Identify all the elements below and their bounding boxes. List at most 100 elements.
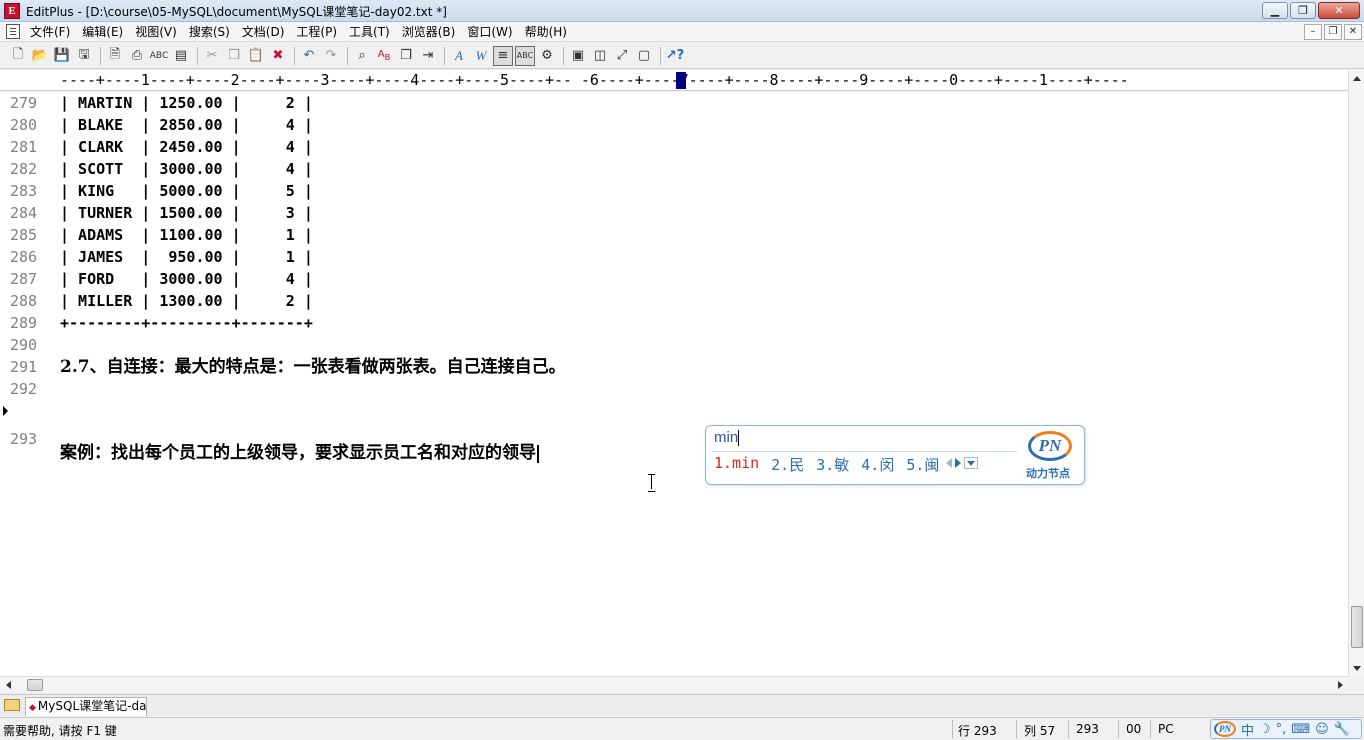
scroll-up-icon[interactable] [1349, 70, 1364, 86]
copy-button[interactable]: ❐ [224, 46, 244, 66]
doc-close-button[interactable]: ✕ [1344, 24, 1362, 40]
browser-button[interactable]: ▣ [568, 46, 588, 66]
line-text[interactable]: 2.7、自连接：最大的特点是：一张表看做两张表。自己连接自己。 [60, 356, 566, 378]
column-select-toggle[interactable]: ABC [515, 45, 535, 66]
moon-icon[interactable]: ☽ [1259, 722, 1271, 737]
document-icon[interactable] [6, 24, 20, 39]
close-button[interactable]: ✕ [1318, 2, 1360, 19]
menu-window[interactable]: 窗口(W) [461, 24, 518, 40]
vertical-scroll-thumb[interactable] [1351, 606, 1363, 648]
line-text[interactable]: | CLARK | 2450.00 | 4 | [60, 136, 313, 158]
find-next-button[interactable]: ❐ [396, 46, 416, 66]
word-wrap-button[interactable]: W [471, 46, 491, 66]
undo-button[interactable]: ↶ [299, 46, 319, 66]
ime-candidate[interactable]: 4.闵 [861, 454, 894, 475]
editplus-app-icon[interactable]: E [4, 3, 20, 19]
ime-candidate[interactable]: 3.敏 [816, 454, 849, 475]
ime-prev-page-icon[interactable] [946, 458, 952, 468]
browser-icon: ▣ [571, 48, 585, 63]
spellcheck-button[interactable]: ABC [149, 46, 169, 66]
line-text[interactable]: | FORD | 3000.00 | 4 | [60, 268, 313, 290]
doc-minimize-button[interactable]: – [1304, 24, 1322, 40]
menu-browser[interactable]: 浏览器(B) [396, 24, 462, 40]
line-text[interactable]: +--------+---------+-------+ [60, 312, 313, 334]
delete-button[interactable]: ✖ [268, 46, 288, 66]
line-text[interactable]: | ADAMS | 1100.00 | 1 | [60, 224, 313, 246]
line-text[interactable]: | JAMES | 950.00 | 1 | [60, 246, 313, 268]
status-column: 列 57 [1024, 724, 1056, 738]
line-number: 288 [10, 292, 38, 310]
line-text[interactable]: | KING | 5000.00 | 5 | [60, 180, 313, 202]
column-ruler: ----+----1----+----2----+----3----+----4… [0, 70, 1364, 91]
vertical-scrollbar[interactable] [1348, 70, 1364, 676]
keyboard-icon[interactable]: ⌨ [1291, 722, 1310, 737]
restore-button[interactable]: ❐ [1290, 2, 1316, 19]
doc-restore-button[interactable]: ❐ [1324, 24, 1342, 40]
ime-candidate[interactable]: 5.闽 [906, 454, 939, 475]
goto-button[interactable]: ⇥ [418, 46, 438, 66]
horizontal-scroll-thumb[interactable] [27, 679, 43, 691]
save-button[interactable]: 💾 [52, 46, 72, 66]
line-text[interactable]: | BLAKE | 2850.00 | 4 | [60, 114, 313, 136]
editor-line: 283 | KING | 5000.00 | 5 | [0, 180, 1348, 202]
help-button[interactable]: ↗? [665, 46, 685, 66]
menu-document[interactable]: 文档(D) [236, 24, 291, 40]
line-text[interactable]: | TURNER | 1500.00 | 3 | [60, 202, 313, 224]
editor-line: 290 [0, 334, 1348, 356]
ime-next-page-icon[interactable] [955, 458, 961, 468]
save-all-button[interactable]: 🖫 [74, 46, 94, 66]
ime-candidate[interactable]: 2.民 [771, 454, 804, 475]
replace-button[interactable]: AB [374, 46, 394, 66]
ime-candidate[interactable]: 1.min [714, 454, 759, 475]
editor-line: 280 | BLAKE | 2850.00 | 4 | [0, 114, 1348, 136]
cliptext-button[interactable]: ▢ [634, 46, 654, 66]
editor-line: 284 | TURNER | 1500.00 | 3 | [0, 202, 1348, 224]
redo-button[interactable]: ↷ [321, 46, 341, 66]
text-editor[interactable]: 279 | MARTIN | 1250.00 | 2 | 280 | BLAKE |… [0, 92, 1348, 676]
wrench-icon[interactable]: 🔧 [1334, 722, 1350, 737]
user-icon[interactable]: ☺ [1315, 722, 1329, 737]
font-button[interactable]: A [449, 46, 469, 66]
toolbar-separator [660, 46, 661, 65]
menu-help[interactable]: 帮助(H) [519, 24, 573, 40]
spellcheck-icon: ABC [149, 50, 169, 61]
paste-button[interactable]: 📋 [246, 46, 266, 66]
open-file-button[interactable]: 📂 [30, 46, 50, 66]
menu-edit[interactable]: 编辑(E) [76, 24, 129, 40]
line-text[interactable]: | SCOTT | 3000.00 | 4 | [60, 158, 313, 180]
menu-view[interactable]: 视图(V) [129, 24, 183, 40]
scroll-right-icon[interactable] [1332, 677, 1348, 693]
find-button[interactable]: ⌕ [352, 46, 372, 66]
ime-mode-chinese[interactable]: 中 [1241, 720, 1254, 739]
line-number-toggle[interactable]: ≡ [493, 45, 513, 66]
status-file-format[interactable]: PC [1158, 722, 1174, 736]
menu-file[interactable]: 文件(F) [24, 24, 76, 40]
menu-list: 文件(F) 编辑(E) 视图(V) 搜索(S) 文档(D) 工程(P) 工具(T… [24, 24, 573, 40]
cut-button[interactable]: ✂ [202, 46, 222, 66]
line-text-current[interactable]: 案例：找出每个员工的上级领导，要求显示员工名和对应的领导 [60, 442, 539, 464]
ime-expand-icon[interactable] [964, 457, 978, 469]
scroll-down-icon[interactable] [1349, 660, 1364, 676]
minimize-button[interactable]: ▁ [1262, 2, 1288, 19]
document-tab[interactable]: ◆ MySQL课堂笔记-da [25, 697, 147, 716]
menu-project[interactable]: 工程(P) [290, 24, 343, 40]
scroll-left-icon[interactable] [0, 677, 16, 693]
line-text[interactable]: | MARTIN | 1250.00 | 2 | [60, 92, 313, 114]
print-button[interactable]: ⎙ [127, 46, 147, 66]
folder-icon[interactable] [4, 699, 20, 711]
print-preview-button[interactable]: 🗎 [105, 46, 125, 66]
menu-tools[interactable]: 工具(T) [343, 24, 396, 40]
toolbar-separator [294, 46, 295, 65]
horizontal-scrollbar[interactable] [0, 676, 1348, 692]
menu-search[interactable]: 搜索(S) [183, 24, 236, 40]
ime-status-bar[interactable]: PN 中 ☽ °, ⌨ ☺ 🔧 [1210, 719, 1362, 739]
punctuation-icon[interactable]: °, [1276, 722, 1287, 737]
new-file-button[interactable]: 🗋 [8, 46, 28, 66]
editor-line: 292 [0, 378, 1348, 400]
fullscreen-button[interactable]: ⤢ [612, 46, 632, 66]
settings-button[interactable]: ⚙ [537, 46, 557, 66]
split-button[interactable]: ◫ [590, 46, 610, 66]
html-preview-button[interactable]: ▤ [171, 46, 191, 66]
pn-logo-icon: PN [1028, 431, 1072, 461]
line-text[interactable]: | MILLER | 1300.00 | 2 | [60, 290, 313, 312]
